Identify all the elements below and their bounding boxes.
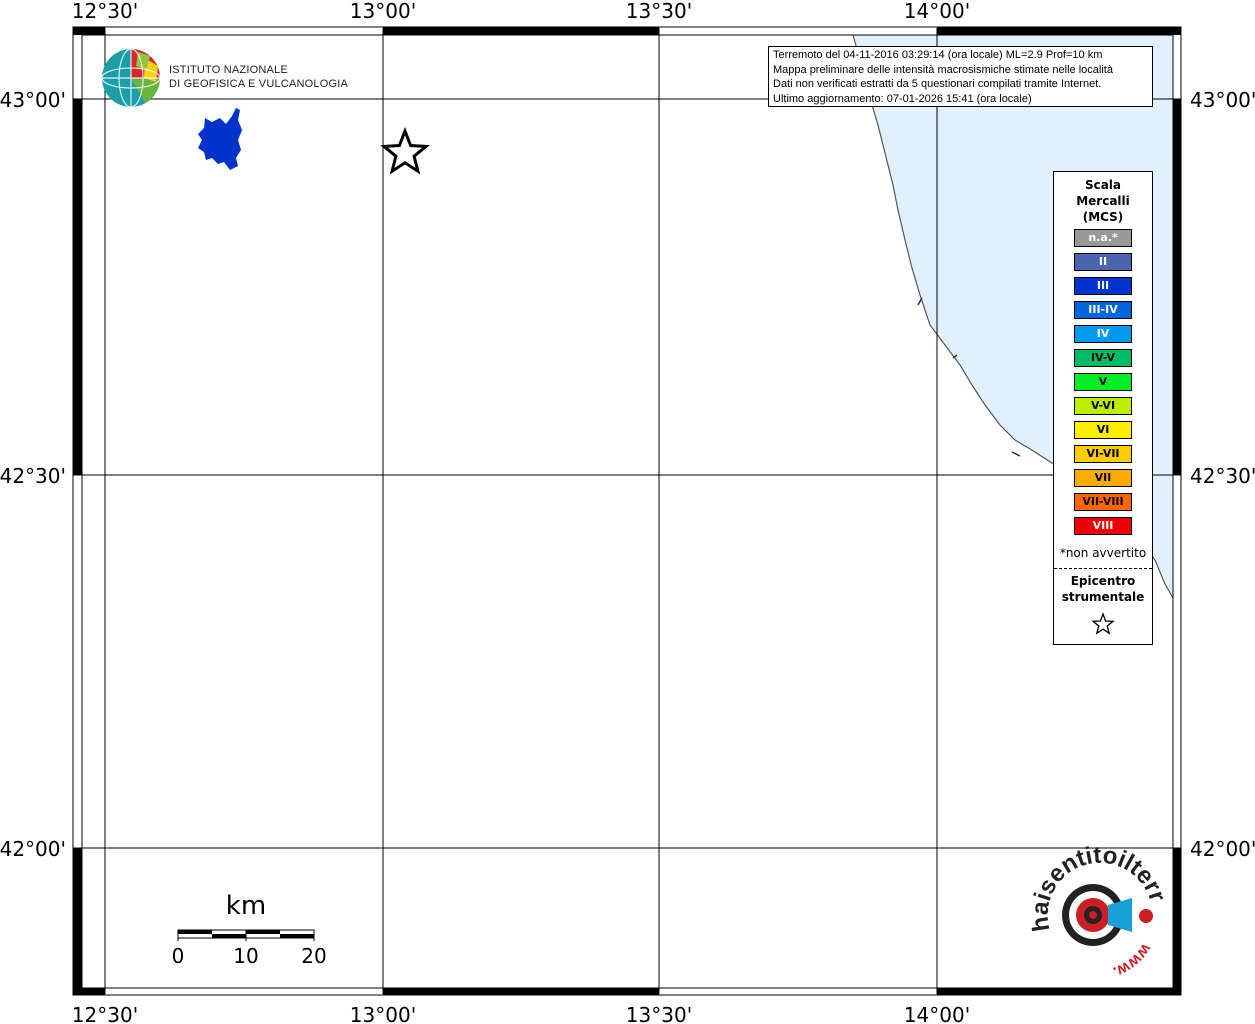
lon-label-top: 12°30'	[72, 0, 138, 23]
ingv-name-line2: DI GEOFISICA E VULCANOLOGIA	[169, 78, 348, 90]
lon-label-bottom: 14°00'	[904, 1003, 970, 1024]
star-outline-icon	[1091, 612, 1115, 635]
legend-swatch: VI-VII	[1074, 445, 1132, 463]
coast-islet	[1011, 451, 1021, 457]
event-info-line: Ultimo aggiornamento: 07-01-2026 15:41 (…	[773, 92, 1032, 105]
scale-tick: 0	[172, 944, 185, 968]
lat-label-right: 43°00'	[1190, 88, 1255, 112]
legend-swatch: IV	[1074, 325, 1132, 343]
intensity-legend: Scala Mercalli (MCS) n.a.* II III III-IV IV I…	[1053, 171, 1153, 645]
legend-swatch: II	[1074, 253, 1132, 271]
legend-epicenter-label: Epicentro strumentale	[1061, 574, 1145, 604]
lat-label-left: 43°00'	[0, 88, 66, 112]
hsit-text-www: www.	[1111, 940, 1155, 981]
lon-label-bottom: 12°30'	[72, 1003, 138, 1024]
ingv-logo-icon	[101, 48, 161, 108]
legend-swatch: IV-V	[1074, 349, 1132, 367]
lat-label-left: 42°00'	[0, 837, 66, 861]
ingv-name-line1: ISTITUTO NAZIONALE	[169, 64, 288, 76]
legend-divider	[1054, 568, 1152, 569]
coast-islet	[917, 297, 923, 306]
lon-label-bottom: 13°30'	[626, 1003, 692, 1024]
event-info-box: Terremoto del 04-11-2016 03:29:14 (ora l…	[768, 46, 1153, 107]
scale-tick: 20	[301, 944, 326, 968]
event-info-line: Terremoto del 04-11-2016 03:29:14 (ora l…	[773, 49, 1103, 61]
scale-bar	[177, 929, 315, 941]
event-info-line: Dati non verificati estratti da 5 questi…	[773, 78, 1102, 90]
legend-note: *non avvertito	[1059, 546, 1147, 560]
lat-label-left: 42°30'	[0, 464, 66, 488]
lon-label-top: 14°00'	[904, 0, 970, 23]
svg-text:www.: www.	[1111, 940, 1155, 981]
scale-unit: km	[226, 891, 266, 921]
legend-swatch: VII-VIII	[1074, 493, 1132, 511]
legend-swatch: III-IV	[1074, 301, 1132, 319]
epicenter-star-icon	[380, 126, 430, 175]
scale-tick: 10	[233, 944, 258, 968]
legend-swatch: V-VI	[1074, 397, 1132, 415]
legend-swatch: V	[1074, 373, 1132, 391]
ingv-logo-text: ISTITUTO NAZIONALE DI GEOFISICA E VULCAN…	[169, 63, 348, 91]
legend-swatch: n.a.*	[1074, 229, 1132, 247]
lake-trasimeno-shape	[198, 108, 242, 170]
legend-swatch: VII	[1074, 469, 1132, 487]
lon-label-bottom: 13°00'	[350, 1003, 416, 1024]
legend-swatch: III	[1074, 277, 1132, 295]
legend-swatch: VIII	[1074, 517, 1132, 535]
legend-title: Scala Mercalli (MCS)	[1076, 178, 1130, 224]
legend-swatch: VI	[1074, 421, 1132, 439]
lat-label-right: 42°00'	[1190, 837, 1255, 861]
lon-label-top: 13°00'	[350, 0, 416, 23]
lat-label-right: 42°30'	[1190, 464, 1255, 488]
lon-label-top: 13°30'	[626, 0, 692, 23]
event-info-line: Mappa preliminare delle intensità macros…	[773, 63, 1113, 76]
